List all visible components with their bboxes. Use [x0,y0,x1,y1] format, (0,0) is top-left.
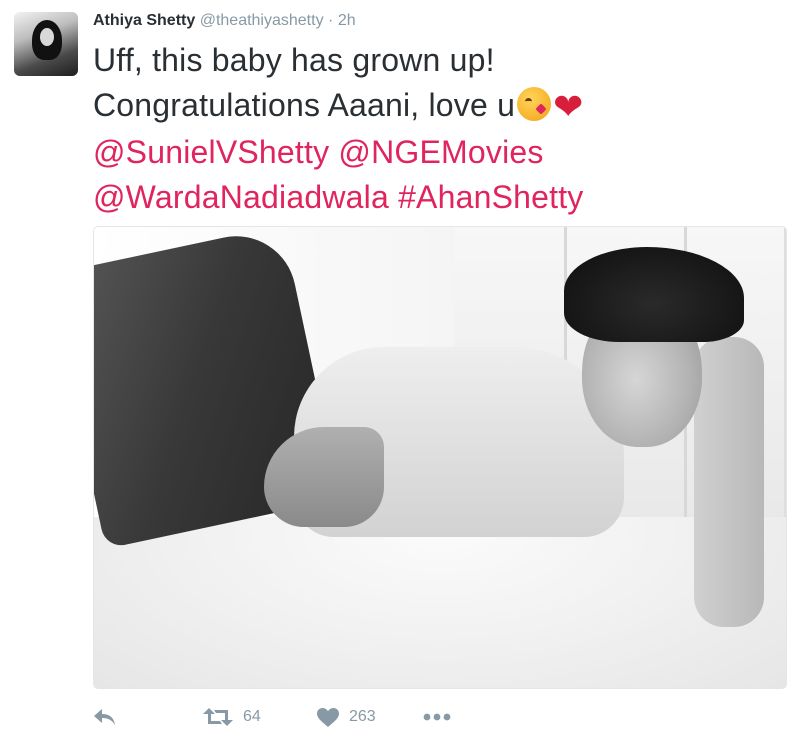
tweet-photo[interactable] [93,226,787,689]
tweet-timestamp[interactable]: 2h [338,12,356,29]
photo-raised-arm [694,337,764,627]
tweet-line-1: Uff, this baby has grown up! [93,42,495,78]
retweet-count: 64 [243,708,261,725]
like-button[interactable]: 263 [317,704,376,730]
retweet-button[interactable]: 64 [203,704,261,730]
tweet-line-2: Congratulations Aaani, love u ❤ [93,83,783,130]
author-name[interactable]: Athiya Shetty [93,12,195,29]
tweet-line-2-text: Congratulations Aaani, love u [93,87,516,123]
kissing-face-emoji-icon [517,87,552,121]
tweet-line-3: @SunielVShetty @NGEMovies [93,130,783,175]
mention-suniel-link[interactable]: @SunielVShetty [93,134,329,170]
tweet-header: Athiya Shetty @theathiyashetty · 2h [93,10,356,32]
separator-dot: · [328,12,334,29]
like-icon [317,707,339,727]
retweet-icon [203,708,233,726]
mention-warda-link[interactable]: @WardaNadiadwala [93,179,389,215]
red-heart-emoji-icon: ❤ [553,87,584,128]
more-button[interactable] [423,704,451,730]
like-count: 263 [349,708,376,725]
more-icon [423,713,451,721]
tweet-text: Uff, this baby has grown up! Congratulat… [93,38,783,220]
tweet-line-4: @WardaNadiadwala #AhanShetty [93,175,783,220]
reply-button[interactable] [93,704,117,730]
mention-nge-link[interactable]: @NGEMovies [338,134,543,170]
photo-bed [94,517,786,688]
hashtag-link[interactable]: #AhanShetty [398,179,583,215]
reply-icon [94,709,115,725]
author-handle[interactable]: @theathiyashetty [200,12,324,29]
avatar-face [40,28,54,46]
avatar[interactable] [14,12,78,76]
